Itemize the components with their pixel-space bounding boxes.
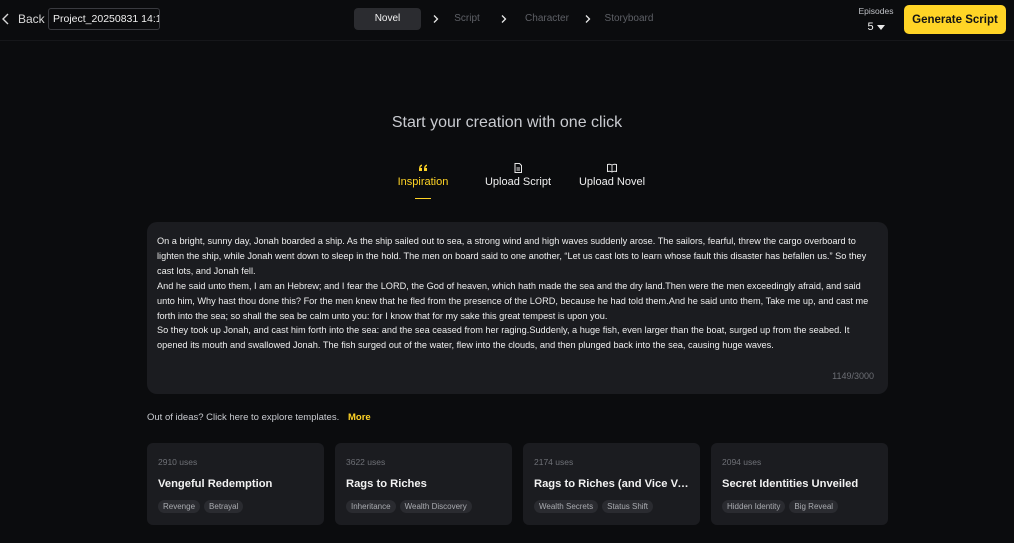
tab-inspiration-label: Inspiration [397, 176, 449, 188]
more-templates-link[interactable]: More [348, 412, 371, 423]
back-button[interactable]: Back [0, 9, 45, 29]
active-tab-indicator [415, 198, 431, 199]
tab-upload-script-label: Upload Script [484, 176, 552, 188]
template-title: Secret Identities Unveiled [722, 478, 859, 490]
template-tag: Wealth Discovery [399, 500, 472, 513]
template-tag: Wealth Secrets [534, 500, 599, 513]
step-progress: Novel Script Character Storyboard [354, 8, 657, 30]
book-icon [607, 163, 617, 173]
template-tag: Betrayal [204, 500, 244, 513]
caret-down-icon [876, 24, 885, 30]
episodes-value: 5 [867, 21, 874, 33]
template-tags: Revenge Betrayal [158, 500, 244, 513]
template-title: Vengeful Redemption [158, 478, 273, 490]
template-tag: Revenge [158, 500, 201, 513]
top-bar: Back Project_20250831 14:15 Novel Script… [0, 0, 1014, 40]
template-tag: Inheritance [346, 500, 396, 513]
template-card[interactable]: 3622 uses Rags to Riches Inheritance Wea… [335, 443, 512, 525]
quote-icon [419, 164, 427, 171]
tab-upload-novel-label: Upload Novel [578, 176, 646, 188]
character-count: 1149/3000 [832, 371, 874, 381]
chevron-right-icon [501, 15, 507, 23]
template-tag: Big Reveal [789, 500, 839, 513]
episodes-selector[interactable]: Episodes 5 [858, 6, 894, 35]
tab-inspiration[interactable]: Inspiration [393, 162, 453, 202]
explore-templates-text: Out of ideas? Click here to explore temp… [147, 412, 340, 423]
template-tags: Hidden Identity Big Reveal [722, 500, 839, 513]
template-uses: 3622 uses [346, 457, 386, 467]
template-tags: Inheritance Wealth Discovery [346, 500, 472, 513]
template-uses: 2910 uses [158, 457, 198, 467]
template-title: Rags to Riches [346, 478, 427, 490]
story-text[interactable]: On a bright, sunny day, Jonah boarded a … [157, 234, 879, 353]
back-label: Back [18, 12, 45, 26]
template-card[interactable]: 2174 uses Rags to Riches (and Vice Versa… [523, 443, 700, 525]
project-name-input[interactable]: Project_20250831 14:15 [48, 8, 160, 30]
document-icon [514, 163, 522, 173]
template-tag: Status Shift [602, 500, 654, 513]
template-uses: 2094 uses [722, 457, 762, 467]
chevron-left-icon [2, 13, 9, 25]
chevron-right-icon [585, 15, 591, 23]
step-novel[interactable]: Novel [354, 8, 421, 30]
tab-upload-novel[interactable]: Upload Novel [576, 162, 648, 202]
header-divider [0, 40, 1014, 41]
generate-script-button[interactable]: Generate Script [904, 5, 1006, 34]
step-character[interactable]: Character [517, 8, 577, 30]
template-card[interactable]: 2910 uses Vengeful Redemption Revenge Be… [147, 443, 324, 525]
tab-upload-script[interactable]: Upload Script [482, 162, 554, 202]
template-title: Rags to Riches (and Vice Versa) [534, 478, 694, 490]
episodes-value-wrap[interactable]: 5 [867, 21, 885, 33]
step-script[interactable]: Script [449, 8, 485, 30]
template-card[interactable]: 2094 uses Secret Identities Unveiled Hid… [711, 443, 888, 525]
episodes-label: Episodes [858, 6, 894, 16]
step-storyboard[interactable]: Storyboard [601, 8, 657, 30]
template-tags: Wealth Secrets Status Shift [534, 500, 654, 513]
story-textarea[interactable]: On a bright, sunny day, Jonah boarded a … [147, 222, 888, 394]
chevron-right-icon [433, 15, 439, 23]
template-tag: Hidden Identity [722, 500, 786, 513]
page-title: Start your creation with one click [391, 114, 623, 131]
template-uses: 2174 uses [534, 457, 574, 467]
